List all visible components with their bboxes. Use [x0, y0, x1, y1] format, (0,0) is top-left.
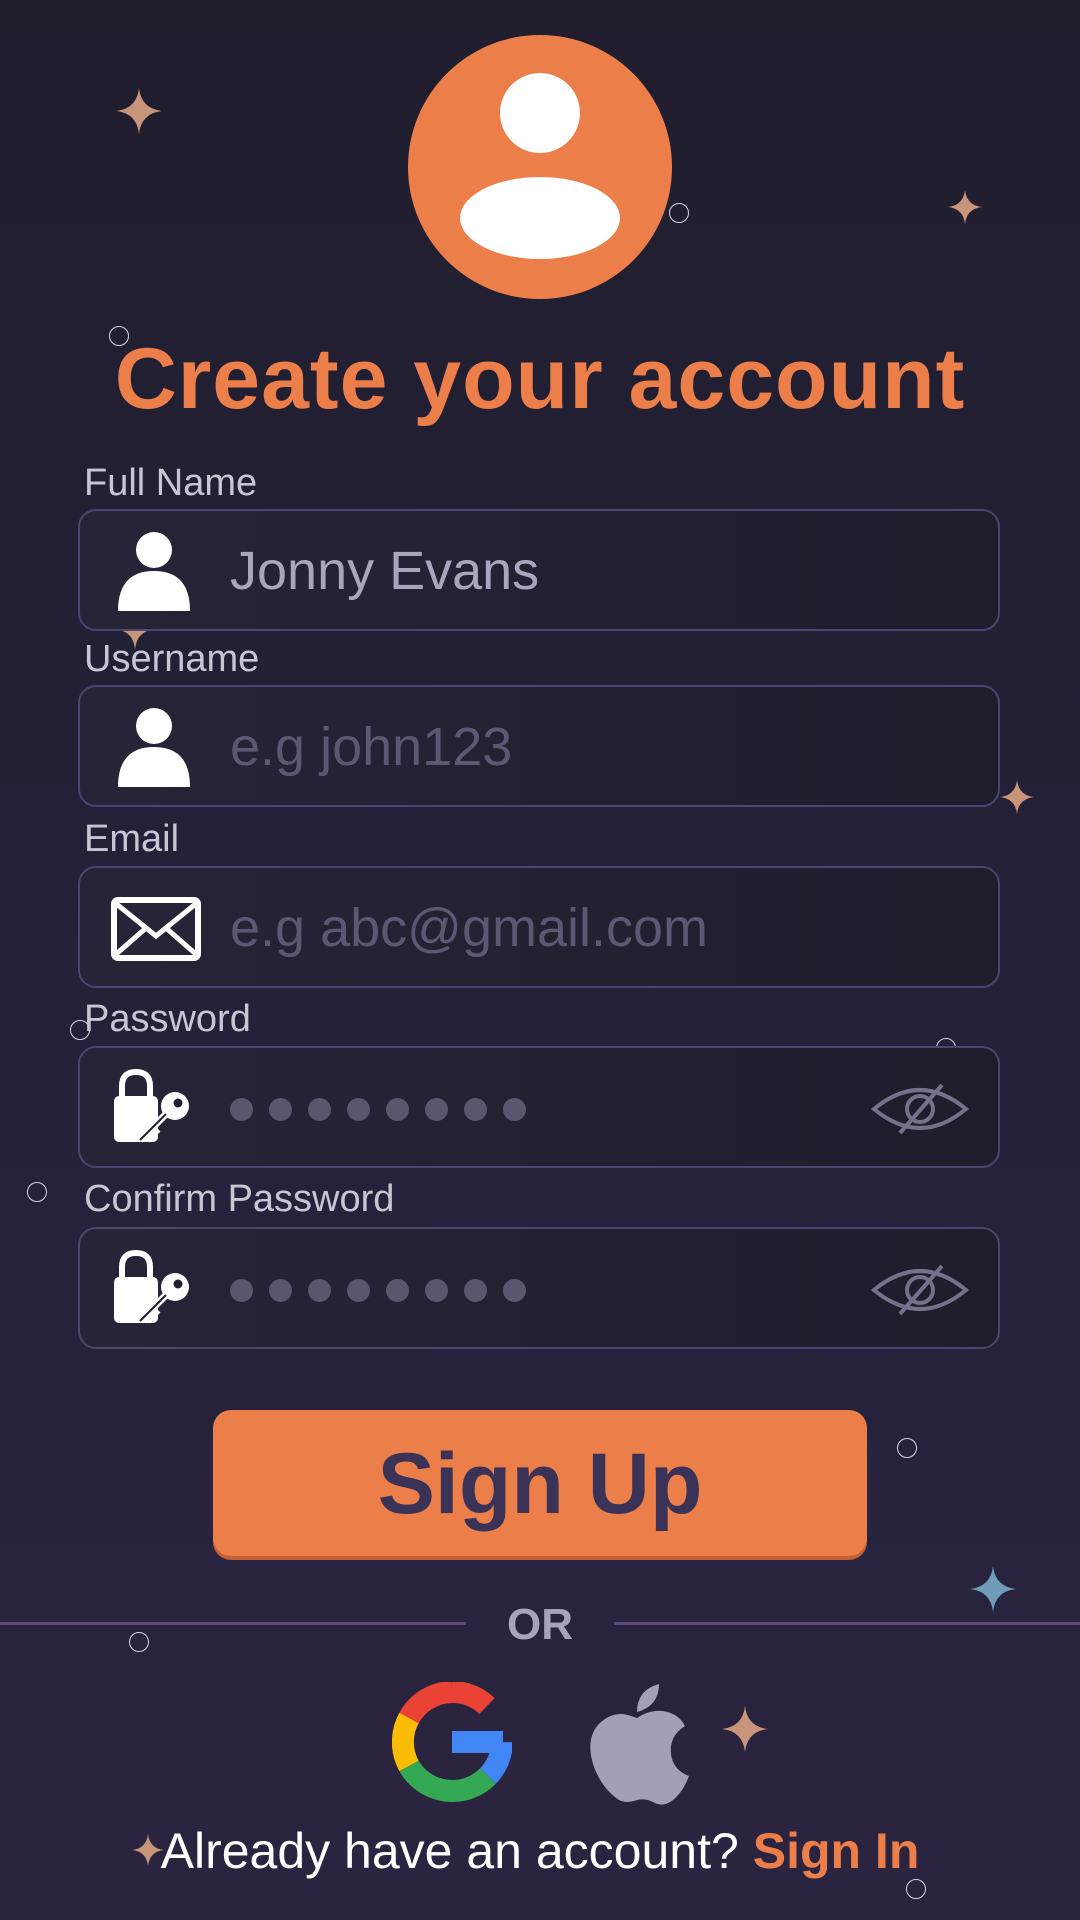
password-field[interactable]	[78, 1046, 1000, 1168]
sparkle-icon	[1000, 780, 1034, 814]
sign-up-button[interactable]: Sign Up	[213, 1410, 867, 1556]
sparkle-icon	[116, 88, 162, 134]
email-field[interactable]	[78, 866, 1000, 988]
decor-ring	[906, 1879, 926, 1899]
password-label: Password	[84, 998, 251, 1040]
username-label: Username	[84, 638, 260, 680]
confirm-password-label: Confirm Password	[84, 1178, 395, 1220]
sparkle-icon	[948, 190, 982, 224]
password-mask	[230, 1098, 526, 1121]
full-name-label: Full Name	[84, 462, 258, 504]
or-divider-text: OR	[507, 1600, 573, 1649]
sparkle-icon	[722, 1706, 768, 1752]
sign-in-link[interactable]: Sign In	[753, 1823, 920, 1879]
decor-ring	[669, 203, 689, 223]
sparkle-icon	[970, 1566, 1016, 1612]
eye-off-icon[interactable]	[870, 1262, 970, 1318]
lock-key-icon	[114, 1068, 189, 1143]
divider-line	[614, 1622, 1080, 1625]
avatar-icon	[408, 35, 672, 299]
envelope-icon	[111, 897, 201, 961]
eye-off-icon[interactable]	[870, 1081, 970, 1137]
email-input[interactable]	[230, 888, 870, 968]
divider-line	[0, 1622, 466, 1625]
apple-icon[interactable]	[585, 1680, 690, 1805]
user-icon	[118, 532, 190, 611]
lock-key-icon	[114, 1249, 189, 1324]
username-input[interactable]	[230, 707, 870, 787]
sign-in-prompt-text: Already have an account?	[160, 1823, 739, 1879]
confirm-password-field[interactable]	[78, 1227, 1000, 1349]
user-icon	[118, 708, 190, 787]
confirm-password-mask	[230, 1279, 526, 1302]
decor-ring	[27, 1182, 47, 1202]
full-name-input[interactable]	[230, 531, 870, 611]
decor-ring	[129, 1632, 149, 1652]
page-title: Create your account	[114, 331, 966, 427]
email-label: Email	[84, 818, 180, 860]
username-field[interactable]	[78, 685, 1000, 807]
full-name-field[interactable]	[78, 509, 1000, 631]
decor-ring	[897, 1438, 917, 1458]
sign-in-prompt: Already have an account? Sign In	[0, 1822, 1080, 1880]
google-icon[interactable]	[392, 1682, 512, 1802]
